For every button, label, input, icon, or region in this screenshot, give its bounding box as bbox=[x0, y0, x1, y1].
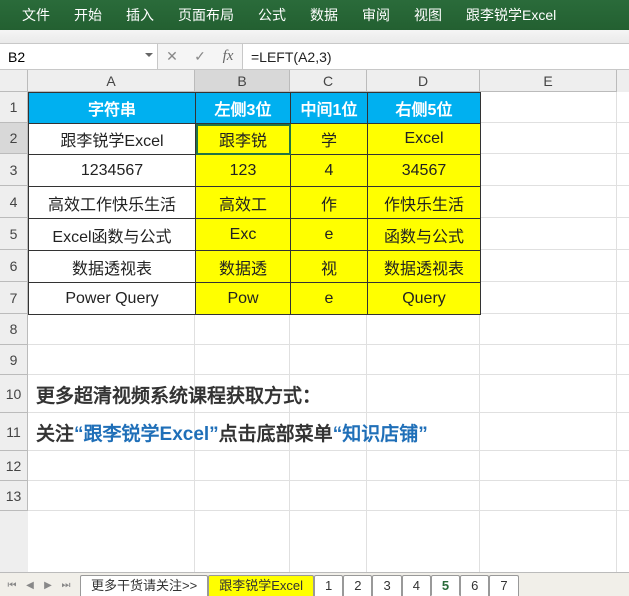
formula-bar-row: B2 ✕ ✓ fx bbox=[0, 44, 629, 70]
cell[interactable]: 4 bbox=[291, 155, 368, 187]
ribbon-menu: 文件 开始 插入 页面布局 公式 数据 审阅 视图 跟李锐学Excel bbox=[0, 0, 629, 30]
row-header-4[interactable]: 4 bbox=[0, 186, 28, 218]
row-header-9[interactable]: 9 bbox=[0, 345, 28, 375]
cell[interactable]: Excel函数与公式 bbox=[29, 219, 196, 251]
name-box-dropdown-icon[interactable] bbox=[145, 53, 153, 61]
sheet-tab-4[interactable]: 4 bbox=[402, 575, 431, 596]
name-box-value: B2 bbox=[8, 49, 25, 65]
ribbon-insert[interactable]: 插入 bbox=[114, 0, 166, 30]
col-header-E[interactable]: E bbox=[480, 70, 617, 92]
cell[interactable]: Power Query bbox=[29, 283, 196, 315]
tab-nav-next-icon[interactable]: ▶ bbox=[40, 576, 56, 594]
row-headers: 12345678910111213 bbox=[0, 92, 28, 572]
sheet-tab-info[interactable]: 更多干货请关注>> bbox=[80, 575, 208, 596]
table-header[interactable]: 中间1位 bbox=[291, 93, 368, 124]
row-header-5[interactable]: 5 bbox=[0, 218, 28, 250]
cell[interactable]: 视 bbox=[291, 251, 368, 283]
cell[interactable]: 高效工作快乐生活 bbox=[29, 187, 196, 219]
cell[interactable]: 34567 bbox=[368, 155, 481, 187]
cell[interactable]: 高效工 bbox=[196, 187, 291, 219]
column-headers: ABCDE bbox=[28, 70, 629, 92]
cell[interactable]: 123 bbox=[196, 155, 291, 187]
formula-controls: ✕ ✓ fx bbox=[158, 44, 243, 69]
row-header-1[interactable]: 1 bbox=[0, 92, 28, 123]
col-header-A[interactable]: A bbox=[28, 70, 195, 92]
cell[interactable]: 函数与公式 bbox=[368, 219, 481, 251]
formula-input[interactable] bbox=[243, 44, 629, 69]
fx-button[interactable]: fx bbox=[214, 44, 242, 70]
cell[interactable]: 数据透视表 bbox=[29, 251, 196, 283]
select-all-corner[interactable] bbox=[0, 70, 28, 92]
sheet-tab-6[interactable]: 6 bbox=[460, 575, 489, 596]
cell[interactable]: e bbox=[291, 283, 368, 315]
sheet-tab-1[interactable]: 1 bbox=[314, 575, 343, 596]
table-header[interactable]: 左侧3位 bbox=[196, 93, 291, 124]
table-header[interactable]: 字符串 bbox=[29, 93, 196, 124]
cell[interactable]: 学 bbox=[291, 124, 368, 155]
ribbon-review[interactable]: 审阅 bbox=[350, 0, 402, 30]
ribbon-formulas[interactable]: 公式 bbox=[246, 0, 298, 30]
cell[interactable]: 1234567 bbox=[29, 155, 196, 187]
cell[interactable]: Excel bbox=[368, 124, 481, 155]
ribbon-data[interactable]: 数据 bbox=[298, 0, 350, 30]
cell[interactable]: 跟李锐 bbox=[196, 124, 291, 155]
sheet-tab-5[interactable]: 5 bbox=[431, 575, 460, 596]
row-header-10[interactable]: 10 bbox=[0, 375, 28, 413]
data-table: 字符串左侧3位中间1位右侧5位跟李锐学Excel跟李锐学Excel1234567… bbox=[28, 92, 481, 315]
cell[interactable]: e bbox=[291, 219, 368, 251]
table-header[interactable]: 右侧5位 bbox=[368, 93, 481, 124]
confirm-button[interactable]: ✓ bbox=[186, 44, 214, 70]
row-header-11[interactable]: 11 bbox=[0, 413, 28, 451]
tab-nav-arrows: ⏮ ◀ ▶ ⏭ bbox=[4, 576, 74, 594]
cell[interactable]: 作 bbox=[291, 187, 368, 219]
sheet-tab-7[interactable]: 7 bbox=[489, 575, 518, 596]
sheet-tab-bar: ⏮ ◀ ▶ ⏭ 更多干货请关注>>跟李锐学Excel1234567 bbox=[0, 572, 629, 596]
promo-line1: 更多超清视频系统课程获取方式： bbox=[36, 381, 321, 408]
cell[interactable]: 数据透视表 bbox=[368, 251, 481, 283]
tab-nav-last-icon[interactable]: ⏭ bbox=[58, 576, 74, 594]
row-header-7[interactable]: 7 bbox=[0, 282, 28, 314]
col-header-C[interactable]: C bbox=[290, 70, 367, 92]
cells-canvas[interactable]: 字符串左侧3位中间1位右侧5位跟李锐学Excel跟李锐学Excel1234567… bbox=[28, 92, 629, 572]
row-header-12[interactable]: 12 bbox=[0, 451, 28, 481]
ribbon-home[interactable]: 开始 bbox=[62, 0, 114, 30]
tab-nav-first-icon[interactable]: ⏮ bbox=[4, 576, 20, 594]
cell[interactable]: Pow bbox=[196, 283, 291, 315]
ribbon-layout[interactable]: 页面布局 bbox=[166, 0, 246, 30]
ribbon-view[interactable]: 视图 bbox=[402, 0, 454, 30]
sheet-tab-3[interactable]: 3 bbox=[372, 575, 401, 596]
row-header-2[interactable]: 2 bbox=[0, 123, 28, 154]
col-header-B[interactable]: B bbox=[195, 70, 290, 92]
row-header-6[interactable]: 6 bbox=[0, 250, 28, 282]
promo-line2: 关注“跟李锐学Excel”点击底部菜单“知识店铺” bbox=[36, 419, 428, 446]
sheet-tab-main[interactable]: 跟李锐学Excel bbox=[208, 575, 314, 596]
row-header-13[interactable]: 13 bbox=[0, 481, 28, 511]
ribbon-file[interactable]: 文件 bbox=[10, 0, 62, 30]
cell[interactable]: 跟李锐学Excel bbox=[29, 124, 196, 155]
row-header-8[interactable]: 8 bbox=[0, 314, 28, 345]
sheet-area: ABCDE 12345678910111213 字符串左侧3位中间1位右侧5位跟… bbox=[0, 70, 629, 572]
cell[interactable]: Query bbox=[368, 283, 481, 315]
col-header-D[interactable]: D bbox=[367, 70, 480, 92]
tab-nav-prev-icon[interactable]: ◀ bbox=[22, 576, 38, 594]
row-header-3[interactable]: 3 bbox=[0, 154, 28, 186]
name-box[interactable]: B2 bbox=[0, 44, 158, 69]
ribbon-custom[interactable]: 跟李锐学Excel bbox=[454, 0, 568, 30]
cell[interactable]: Exc bbox=[196, 219, 291, 251]
cancel-button[interactable]: ✕ bbox=[158, 44, 186, 70]
sheet-tab-2[interactable]: 2 bbox=[343, 575, 372, 596]
cell[interactable]: 数据透 bbox=[196, 251, 291, 283]
quick-toolbar bbox=[0, 30, 629, 44]
cell[interactable]: 作快乐生活 bbox=[368, 187, 481, 219]
